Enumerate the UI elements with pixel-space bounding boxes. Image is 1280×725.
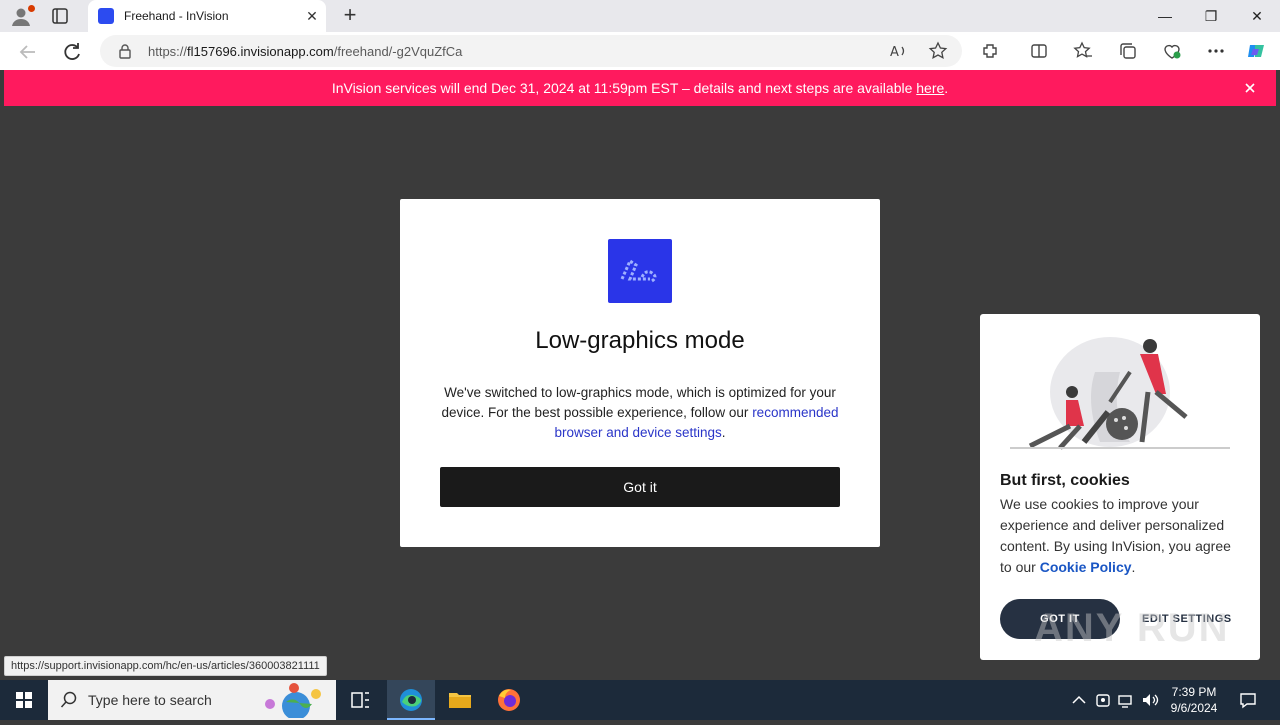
freehand-logo-icon (608, 239, 672, 303)
taskbar-search-box[interactable]: Type here to search (48, 680, 336, 720)
active-tab[interactable]: Freehand - InVision ✕ (88, 0, 326, 32)
url-host: fl157696.invisionapp.com (187, 44, 334, 59)
url-text: https://fl157696.invisionapp.com/freehan… (148, 44, 462, 59)
taskbar-edge[interactable] (387, 680, 435, 720)
tab-close-icon[interactable]: ✕ (304, 8, 320, 24)
cookie-title: But first, cookies (1000, 472, 1130, 489)
page-content: InVision services will end Dec 31, 2024 … (4, 70, 1276, 676)
close-window-button[interactable]: ✕ (1234, 0, 1280, 32)
lock-icon[interactable] (118, 43, 132, 59)
new-tab-button[interactable]: + (338, 4, 362, 28)
file-explorer-icon[interactable] (436, 680, 484, 720)
tab-title: Freehand - InVision (124, 9, 229, 23)
modal-body-end: . (721, 425, 726, 440)
system-clock[interactable]: 7:39 PM 9/6/2024 (1160, 684, 1228, 716)
close-icon[interactable] (1242, 80, 1258, 96)
windows-start-icon[interactable] (0, 680, 48, 720)
read-aloud-icon[interactable]: A (888, 41, 908, 61)
restore-button[interactable]: ❐ (1188, 0, 1234, 32)
url-prefix: https:// (148, 44, 188, 59)
search-placeholder: Type here to search (88, 692, 212, 708)
copilot-icon[interactable] (1246, 41, 1266, 61)
volume-icon[interactable] (1141, 690, 1159, 710)
banner-text: InVision services will end Dec 31, 2024 … (331, 80, 917, 96)
cookie-illustration (1010, 337, 1230, 450)
back-icon[interactable] (16, 40, 40, 64)
chevron-up-icon[interactable] (1070, 690, 1088, 710)
tab-actions-icon[interactable] (50, 6, 70, 26)
url-field[interactable]: https://fl157696.invisionapp.com/freehan… (100, 35, 962, 67)
modal-title: Low-graphics mode (535, 327, 745, 354)
notifications-icon[interactable] (1238, 690, 1258, 710)
browser-tab-bar: Freehand - InVision ✕ + — ❐ ✕ (0, 0, 1280, 32)
favorites-icon[interactable] (1073, 41, 1093, 61)
clock-date: 9/6/2024 (1170, 701, 1218, 715)
network-icon[interactable] (1117, 690, 1135, 710)
cookie-policy-link[interactable]: Cookie Policy (1040, 559, 1132, 575)
task-view-icon[interactable] (336, 680, 384, 720)
cookie-body-end: . (1131, 559, 1136, 575)
service-end-banner: InVision services will end Dec 31, 2024 … (4, 70, 1276, 106)
svg-text:A: A (890, 45, 899, 60)
more-menu-icon[interactable] (1206, 41, 1226, 61)
minimize-button[interactable]: — (1142, 0, 1188, 32)
browser-essentials-icon[interactable] (1162, 41, 1182, 61)
meet-now-icon[interactable] (1094, 690, 1112, 710)
banner-here-link[interactable]: here (916, 80, 944, 96)
url-path: /freehand/-g2VquZfCa (333, 44, 463, 59)
cookie-body: We use cookies to improve your experienc… (1000, 494, 1245, 578)
address-bar-row: https://fl157696.invisionapp.com/freehan… (0, 32, 1280, 70)
split-screen-icon[interactable] (1029, 41, 1049, 61)
edge-icon (400, 689, 422, 711)
extensions-icon[interactable] (980, 41, 1000, 61)
favorite-star-icon[interactable] (928, 41, 948, 61)
status-bar-url: https://support.invisionapp.com/hc/en-us… (4, 656, 327, 676)
search-highlight-icon (265, 683, 321, 718)
banner-suffix: . (944, 80, 949, 96)
search-icon (60, 691, 77, 708)
refresh-icon[interactable] (60, 40, 84, 64)
profile-notification-dot (28, 5, 35, 12)
freehand-favicon-icon (98, 8, 114, 24)
low-graphics-modal: Low-graphics mode We've switched to low-… (400, 199, 880, 547)
anyrun-watermark: ANY RUN (1034, 606, 1230, 650)
modal-body: We've switched to low-graphics mode, whi… (440, 383, 840, 443)
firefox-icon[interactable] (485, 680, 533, 720)
windows-taskbar: Type here to search 7:39 PM 9/6/2024 (0, 680, 1280, 720)
collections-icon[interactable] (1118, 41, 1138, 61)
got-it-button[interactable]: Got it (440, 467, 840, 507)
clock-time: 7:39 PM (1171, 685, 1217, 699)
